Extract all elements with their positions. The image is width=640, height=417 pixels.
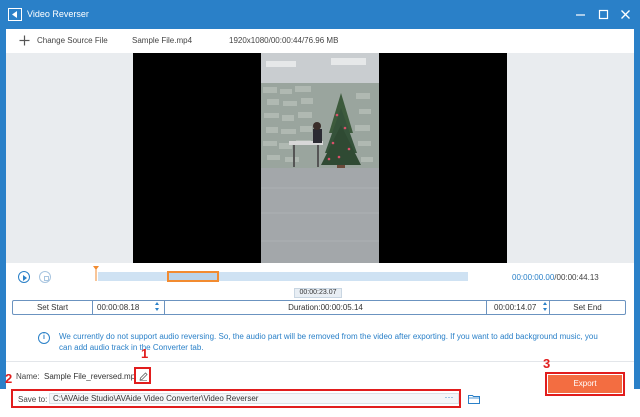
- name-label: Name:: [16, 372, 40, 381]
- toolbar: Change Source File Sample File.mp4 1920x…: [6, 29, 634, 53]
- duration-display: Duration:00:00:05.14: [164, 301, 487, 314]
- save-path-text: C:\AVAide Studio\AVAide Video Converter\…: [53, 394, 259, 403]
- browse-more-button[interactable]: ···: [439, 393, 459, 403]
- current-time: 00:00:00.00: [512, 273, 555, 282]
- export-button[interactable]: Export: [548, 375, 622, 393]
- end-time-stepper[interactable]: [542, 302, 549, 313]
- trim-range-row: Set Start 00:00:08.18 Duration:00:00:05.…: [12, 300, 626, 315]
- title-bar: Video Reverser: [0, 0, 640, 29]
- window-title: Video Reverser: [27, 9, 89, 19]
- file-info: 1920x1080/00:00:44/76.96 MB: [229, 36, 339, 45]
- minimize-icon[interactable]: [574, 8, 587, 21]
- window-border-right: [634, 29, 640, 389]
- callout-number-2: 2: [5, 371, 13, 386]
- timeline-track[interactable]: [98, 272, 468, 281]
- app-logo-icon: [8, 8, 22, 21]
- file-name: Sample File.mp4: [132, 36, 193, 45]
- output-bar: Name: Sample File_reversed.mp4 1 2 3 Sav…: [5, 346, 634, 417]
- set-start-button[interactable]: Set Start: [13, 301, 93, 314]
- save-path-field[interactable]: C:\AVAide Studio\AVAide Video Converter\…: [49, 393, 459, 404]
- add-icon[interactable]: [19, 35, 30, 46]
- preview-stage: [6, 53, 634, 263]
- change-source-button[interactable]: Change Source File: [37, 36, 108, 45]
- info-icon: i: [38, 332, 50, 344]
- end-time-field[interactable]: 00:00:14.07: [494, 301, 544, 314]
- callout-number-3: 3: [543, 356, 551, 371]
- playhead-time: 00:00:23.07: [294, 288, 342, 298]
- time-readout: 00:00:00.00/00:00:44.13: [512, 273, 599, 282]
- save-to-row: Save to: C:\AVAide Studio\AVAide Video C…: [11, 389, 461, 408]
- stop-icon[interactable]: [39, 271, 51, 283]
- video-player[interactable]: [133, 53, 507, 263]
- start-time-field[interactable]: 00:00:08.18: [97, 301, 157, 314]
- total-time: /00:00:44.13: [554, 273, 599, 282]
- close-icon[interactable]: [619, 8, 632, 21]
- playhead-marker-icon[interactable]: [93, 266, 99, 281]
- video-preview-frame: [261, 53, 379, 263]
- trim-selection-handle[interactable]: [167, 271, 219, 282]
- start-time-stepper[interactable]: [154, 302, 161, 313]
- pencil-icon: [139, 372, 148, 381]
- rename-button[interactable]: [134, 367, 151, 384]
- save-to-label: Save to:: [18, 395, 48, 404]
- output-name: Sample File_reversed.mp4: [44, 372, 140, 381]
- maximize-icon[interactable]: [597, 8, 610, 21]
- export-highlight: Export: [545, 372, 625, 396]
- callout-number-1: 1: [141, 346, 149, 361]
- set-end-button[interactable]: Set End: [549, 301, 625, 314]
- play-icon[interactable]: [18, 271, 30, 283]
- folder-icon[interactable]: [468, 394, 480, 404]
- audio-notice: We currently do not support audio revers…: [59, 332, 598, 352]
